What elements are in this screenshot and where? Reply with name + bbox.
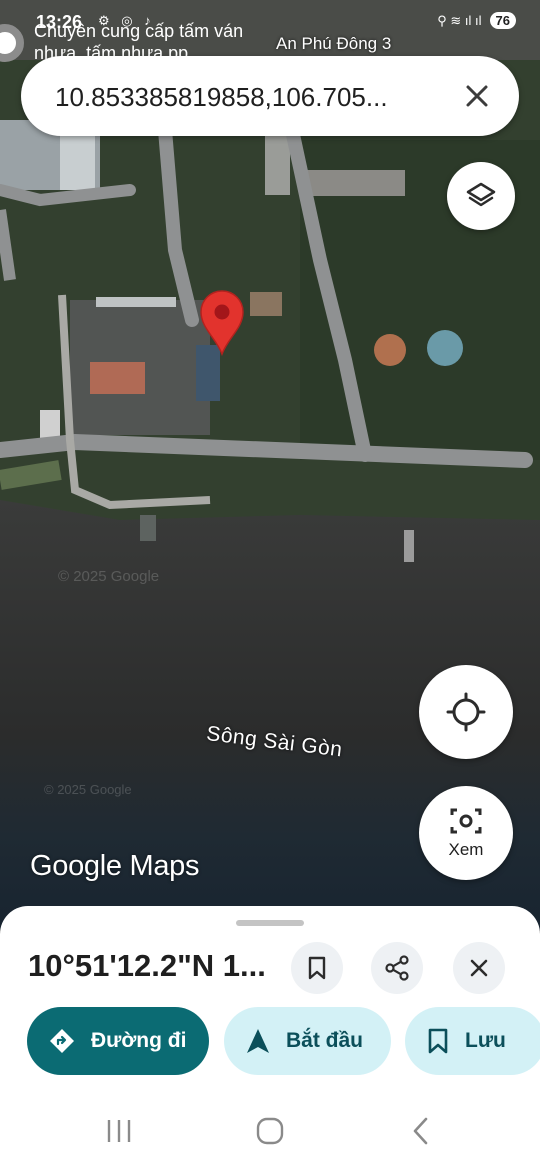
map-watermark-secondary: © 2025 Google xyxy=(44,782,132,797)
home-icon[interactable] xyxy=(250,1116,290,1146)
directions-icon xyxy=(49,1028,75,1054)
sheet-drag-handle[interactable] xyxy=(236,920,304,926)
lens-view-button[interactable]: Xem xyxy=(419,786,513,880)
back-icon[interactable] xyxy=(401,1116,441,1146)
close-icon[interactable] xyxy=(459,78,495,114)
close-sheet-button[interactable] xyxy=(453,942,505,994)
layers-button[interactable] xyxy=(447,162,515,230)
area-label: An Phú Đông 3 xyxy=(276,34,392,53)
signal-icons: ⚲ ≋ ıl ıl xyxy=(437,12,482,28)
search-bar[interactable]: 10.853385819858,106.705... xyxy=(21,56,519,136)
share-icon xyxy=(385,955,409,981)
recents-icon[interactable] xyxy=(99,1116,139,1146)
location-pin-icon[interactable] xyxy=(199,290,245,361)
place-title: 10°51'12.2"N 1... xyxy=(28,948,266,983)
bookmark-icon xyxy=(427,1028,449,1054)
directions-label: Đường đi xyxy=(91,1029,187,1052)
status-right-group: ⚲ ≋ ıl ıl 76 xyxy=(437,12,516,29)
bookmark-button[interactable] xyxy=(291,942,343,994)
save-label: Lưu xyxy=(465,1029,506,1052)
my-location-button[interactable] xyxy=(419,665,513,759)
close-icon xyxy=(470,959,488,977)
save-button[interactable]: Lưu xyxy=(405,1007,540,1075)
layers-icon xyxy=(466,182,496,207)
navigation-arrow-icon xyxy=(246,1028,270,1054)
search-input[interactable]: 10.853385819858,106.705... xyxy=(55,82,435,113)
start-navigation-button[interactable]: Bắt đầu xyxy=(224,1007,391,1075)
google-maps-logo: Google Maps xyxy=(30,850,200,882)
system-navigation-bar xyxy=(0,1090,540,1170)
crosshair-icon xyxy=(446,692,486,732)
notification-app-icon xyxy=(0,24,24,62)
map-watermark: © 2025 Google xyxy=(58,568,160,585)
lens-label: Xem xyxy=(448,840,484,859)
directions-button[interactable]: Đường đi xyxy=(27,1007,209,1075)
notification-banner[interactable]: Chuyên cung cấp tấm ván nhựa, tấm nhựa p… xyxy=(0,20,260,62)
start-label: Bắt đầu xyxy=(286,1029,364,1052)
camera-search-icon xyxy=(450,808,482,834)
battery-indicator: 76 xyxy=(489,12,516,29)
bookmark-icon xyxy=(308,956,326,980)
share-button[interactable] xyxy=(371,942,423,994)
